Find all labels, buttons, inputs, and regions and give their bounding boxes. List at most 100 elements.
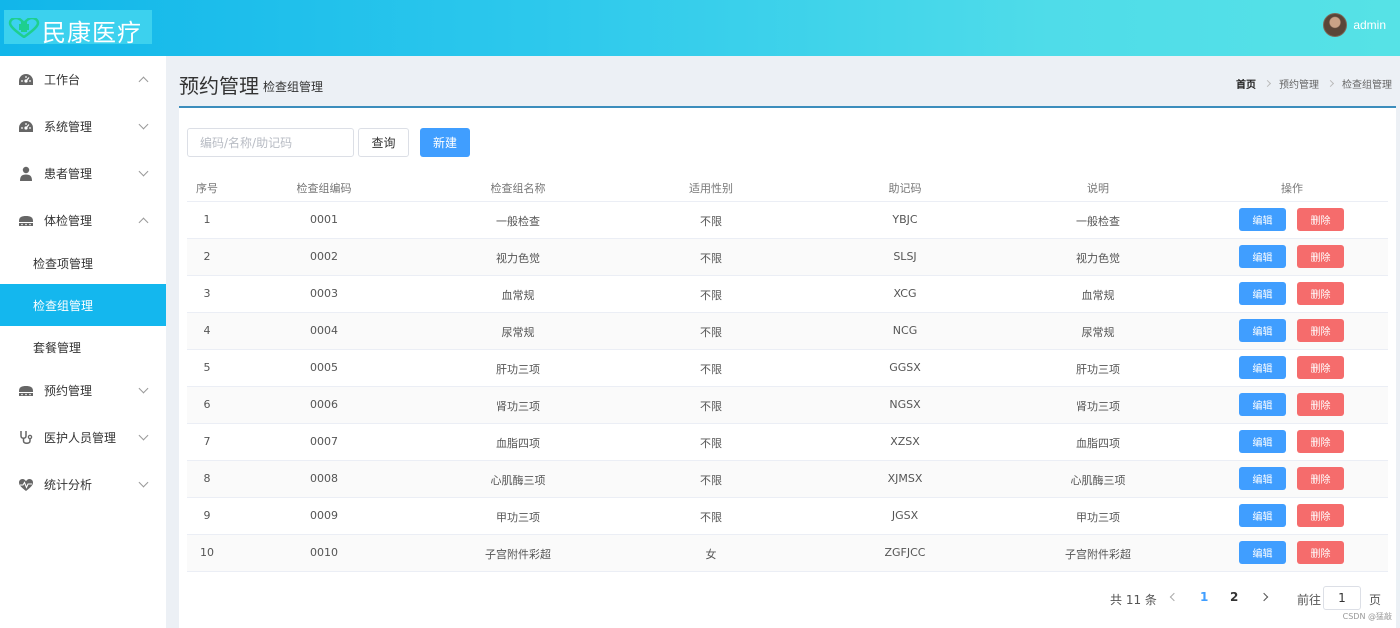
delete-button[interactable]: 删除 [1297,282,1344,305]
edit-button[interactable]: 编辑 [1239,467,1286,490]
chevron-down-icon [138,430,149,440]
sidebar-item-statistics[interactable]: 统计分析 [0,461,166,508]
delete-button[interactable]: 删除 [1297,430,1344,453]
sidebar-item-appointments[interactable]: 预约管理 [0,367,166,414]
page-jump-input[interactable] [1323,586,1361,610]
sidebar-item-label: 预约管理 [44,384,93,398]
table-cell: 3 [203,287,211,300]
sidebar-subitem-packages[interactable]: 套餐管理 [0,326,166,368]
sidebar-item-label: 医护人员管理 [44,431,117,445]
breadcrumb-appointments[interactable]: 预约管理 [1279,76,1319,91]
sidebar-item-label: 患者管理 [44,167,93,181]
edit-button[interactable]: 编辑 [1239,319,1286,342]
table-cell: 8 [203,472,211,485]
table-cell: 心肌酶三项 [1070,474,1126,487]
pagination: 共 11 条 1 2 前往 页 [179,586,1396,610]
table-row: 7 0007 血脂四项 不限 XZSX 血脂四项 编辑 删除 [187,424,1388,461]
stethoscope-icon [18,430,34,446]
table-cell: 0008 [310,472,338,485]
page-number-2[interactable]: 2 [1230,590,1238,604]
sidebar-item-workbench[interactable]: 工作台 [0,56,166,103]
table-body: 1 0001 一般检查 不限 YBJC 一般检查 编辑 删除 2 0002 视力色觉 不限 SLSJ 视力… [187,202,1388,572]
table-row: 9 0009 甲功三项 不限 JGSX 甲功三项 编辑 删除 [187,498,1388,535]
sidebar-item-exam[interactable]: 体检管理 [0,197,166,244]
search-input[interactable] [187,128,354,157]
top-header: 民康医疗 admin [0,0,1400,56]
logo[interactable]: 民康医疗 [4,10,152,47]
new-button[interactable]: 新建 [420,128,470,157]
user-menu[interactable]: admin [1323,12,1386,38]
edit-button[interactable]: 编辑 [1239,504,1286,527]
table-cell: 子宫附件彩超 [1065,548,1131,561]
edit-button[interactable]: 编辑 [1239,541,1286,564]
sidebar: 工作台 系统管理 患者管理 体检管理 检查项管理 检查组管理 套餐管理 预约管理 [0,56,166,628]
table-cell: 视力色觉 [496,252,540,265]
table-cell: 0005 [310,361,338,374]
content-card: 查询 新建 序号 检查组编码 检查组名称 适用性别 助记码 说明 操作 1000… [179,106,1396,628]
chevron-up-icon [138,76,149,87]
sidebar-item-patients[interactable]: 患者管理 [0,150,166,197]
chevron-right-icon [1326,79,1335,88]
table-cell: 0002 [310,250,338,263]
sidebar-subitem-check-groups[interactable]: 检查组管理 [0,284,166,326]
edit-button[interactable]: 编辑 [1239,245,1286,268]
table-cell: 肝功三项 [1076,363,1120,376]
sidebar-subitem-check-items[interactable]: 检查项管理 [0,242,166,284]
breadcrumb-home[interactable]: 首页 [1236,76,1256,91]
table-cell: 肝功三项 [496,363,540,376]
edit-button[interactable]: 编辑 [1239,430,1286,453]
sidebar-item-system[interactable]: 系统管理 [0,103,166,150]
table-cell: XJMSX [887,472,923,485]
avatar [1323,13,1348,37]
table-cell: NCG [892,324,918,337]
table-cell: 尿常规 [501,326,535,339]
breadcrumb: 首页 预约管理 检查组管理 [1236,76,1392,91]
table-cell: 9 [203,509,211,522]
table-cell: 0001 [310,213,338,226]
table-cell: XCG [893,287,917,300]
breadcrumb-current: 检查组管理 [1342,80,1392,91]
column-header: 检查组编码 [296,182,352,195]
table-cell: 不限 [700,400,722,413]
delete-button[interactable]: 删除 [1297,319,1344,342]
delete-button[interactable]: 删除 [1297,467,1344,490]
edit-button[interactable]: 编辑 [1239,393,1286,416]
table-cell: SLSJ [893,250,917,263]
table-cell: 血脂四项 [1076,437,1120,450]
table-cell: 一般检查 [496,215,540,228]
chevron-right-icon [1263,79,1272,88]
edit-button[interactable]: 编辑 [1239,356,1286,379]
username: admin [1353,18,1386,32]
edit-button[interactable]: 编辑 [1239,282,1286,305]
table-cell: 尿常规 [1081,326,1115,339]
table-row: 3 0003 血常规 不限 XCG 血常规 编辑 删除 [187,276,1388,313]
table-cell: 血脂四项 [496,437,540,450]
table-cell: 不限 [700,511,722,524]
delete-button[interactable]: 删除 [1297,504,1344,527]
edit-button[interactable]: 编辑 [1239,208,1286,231]
dashboard-icon [18,119,34,135]
page-subtitle: 检查组管理 [263,80,324,94]
table-cell: 肾功三项 [496,400,540,413]
table-cell: 血常规 [1081,289,1115,302]
table-cell: 不限 [700,215,722,228]
query-button[interactable]: 查询 [358,128,409,157]
delete-button[interactable]: 删除 [1297,541,1344,564]
table-cell: 0010 [310,546,338,559]
chevron-down-icon [138,166,149,176]
sidebar-item-medical-staff[interactable]: 医护人员管理 [0,414,166,461]
table-cell: 心肌酶三项 [490,474,546,487]
column-header: 适用性别 [689,182,733,195]
table-cell: 1 [203,213,211,226]
table-cell: 子宫附件彩超 [485,548,551,561]
chevron-right-icon[interactable] [1259,592,1269,602]
table-row: 4 0004 尿常规 不限 NCG 尿常规 编辑 删除 [187,313,1388,350]
table-row: 5 0005 肝功三项 不限 GGSX 肝功三项 编辑 删除 [187,350,1388,387]
delete-button[interactable]: 删除 [1297,245,1344,268]
page-number-1[interactable]: 1 [1200,590,1208,604]
delete-button[interactable]: 删除 [1297,208,1344,231]
delete-button[interactable]: 删除 [1297,393,1344,416]
chevron-left-icon[interactable] [1169,592,1179,602]
column-header: 序号 [196,182,218,195]
delete-button[interactable]: 删除 [1297,356,1344,379]
